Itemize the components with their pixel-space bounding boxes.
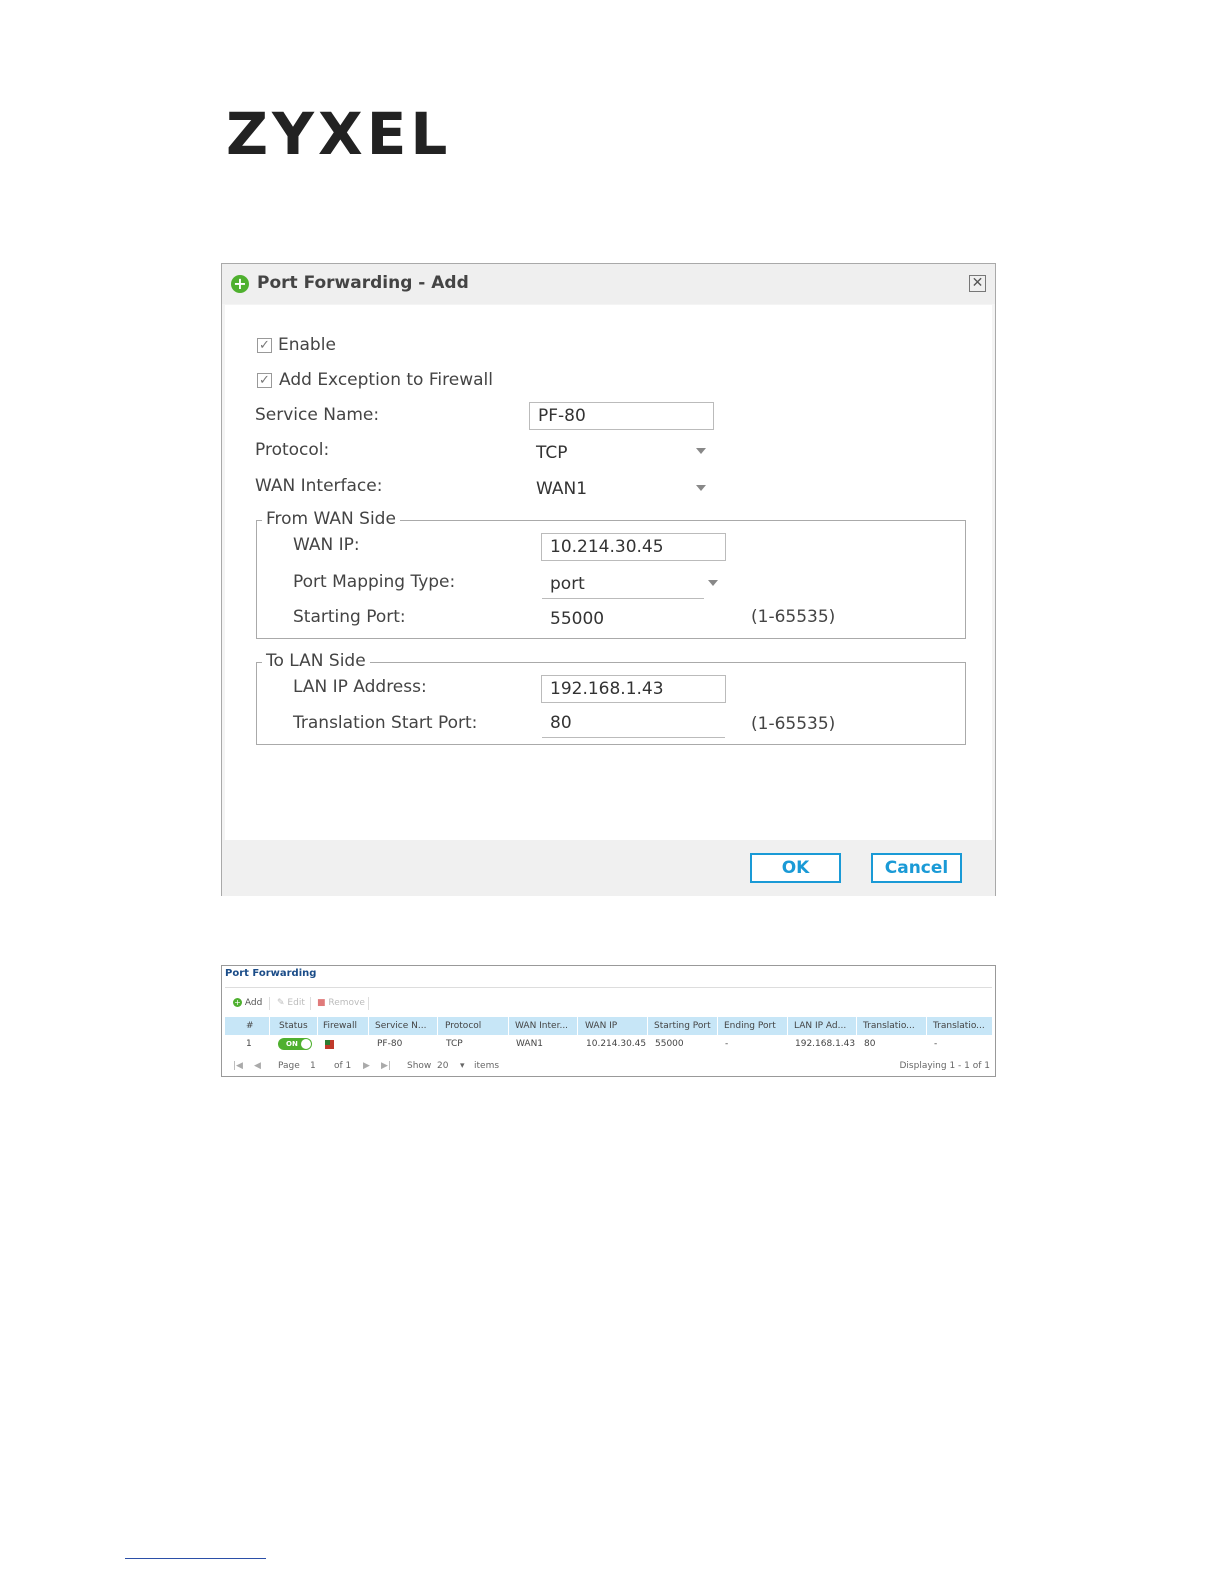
- table-header: # Status Firewall Service N... Protocol …: [225, 1017, 992, 1035]
- toolbar-divider: [368, 997, 369, 1010]
- table-cell: 55000: [655, 1039, 684, 1049]
- col-header[interactable]: #: [246, 1021, 254, 1031]
- port-forwarding-add-dialog: + Port Forwarding - Add ✕ ✓ Enable ✓ Add…: [221, 263, 996, 896]
- items-label: items: [474, 1061, 500, 1071]
- col-header[interactable]: Ending Port: [724, 1021, 776, 1031]
- prev-page-icon[interactable]: ◀: [254, 1061, 261, 1071]
- page-size-select[interactable]: 20: [437, 1061, 448, 1071]
- edit-button[interactable]: ✎ Edit: [277, 998, 305, 1008]
- lan-ip-input[interactable]: 192.168.1.43: [541, 675, 726, 703]
- port-forwarding-table-panel: Port Forwarding + Add ✎ Edit ■ Remove # …: [221, 965, 996, 1077]
- edit-label: Edit: [287, 998, 305, 1008]
- port-mapping-type-select[interactable]: port: [542, 574, 704, 599]
- exception-checkbox[interactable]: ✓: [257, 373, 272, 388]
- add-button[interactable]: + Add: [233, 998, 262, 1008]
- col-header[interactable]: WAN Inter...: [515, 1021, 568, 1031]
- page-input[interactable]: 1: [310, 1061, 316, 1071]
- table-cell: 80: [864, 1039, 876, 1049]
- dialog-title: Port Forwarding - Add: [257, 273, 469, 293]
- wan-interface-label: WAN Interface:: [255, 476, 383, 496]
- remove-label: Remove: [328, 998, 365, 1008]
- col-header[interactable]: Service N...: [375, 1021, 426, 1031]
- page-of-label: of 1: [334, 1061, 352, 1071]
- col-header[interactable]: LAN IP Ad...: [794, 1021, 846, 1031]
- table-cell: 192.168.1.43: [795, 1039, 856, 1049]
- displaying-count: Displaying 1 - 1 of 1: [899, 1061, 991, 1071]
- translation-start-port-label: Translation Start Port:: [293, 713, 478, 733]
- add-icon: +: [233, 998, 242, 1007]
- service-name-input[interactable]: PF-80: [529, 402, 714, 430]
- starting-port-input[interactable]: 55000: [550, 609, 604, 629]
- starting-port-label: Starting Port:: [293, 607, 406, 627]
- toggle-knob: [301, 1039, 311, 1049]
- table-cell: TCP: [446, 1039, 463, 1049]
- close-icon[interactable]: ✕: [969, 275, 986, 292]
- col-header[interactable]: Status: [279, 1021, 308, 1031]
- status-toggle[interactable]: ON: [278, 1038, 312, 1050]
- enable-label: Enable: [278, 335, 336, 355]
- translation-port-range: (1-65535): [751, 714, 836, 734]
- cancel-button[interactable]: Cancel: [871, 853, 962, 883]
- col-header[interactable]: WAN IP: [585, 1021, 617, 1031]
- col-header[interactable]: Translatio...: [863, 1021, 915, 1031]
- to-lan-legend: To LAN Side: [262, 651, 370, 671]
- last-page-icon[interactable]: ▶|: [381, 1061, 391, 1071]
- first-page-icon[interactable]: |◀: [233, 1061, 243, 1071]
- translation-start-port-input[interactable]: 80: [542, 713, 725, 738]
- table-cell: -: [725, 1039, 729, 1049]
- divider: [225, 987, 992, 988]
- dialog-titlebar: + Port Forwarding - Add ✕: [222, 264, 995, 304]
- dropdown-caret-icon[interactable]: [696, 448, 706, 454]
- toolbar-divider: [310, 997, 311, 1010]
- dropdown-caret-icon[interactable]: [696, 485, 706, 491]
- status-label: ON: [286, 1040, 298, 1048]
- remove-button[interactable]: ■ Remove: [317, 998, 365, 1008]
- wan-ip-input[interactable]: 10.214.30.45: [541, 533, 726, 561]
- lan-ip-label: LAN IP Address:: [293, 677, 427, 697]
- wan-interface-select[interactable]: WAN1: [536, 479, 587, 499]
- table-cell: 10.214.30.45: [586, 1039, 647, 1049]
- page-label: Page: [278, 1061, 300, 1071]
- toolbar-divider: [269, 997, 270, 1010]
- add-label: Add: [244, 998, 263, 1008]
- from-wan-legend: From WAN Side: [262, 509, 400, 529]
- firewall-icon: [325, 1040, 334, 1049]
- zyxel-logo: ZYXEL: [226, 100, 452, 168]
- protocol-select[interactable]: TCP: [536, 443, 568, 463]
- show-label: Show: [407, 1061, 432, 1071]
- next-page-icon[interactable]: ▶: [363, 1061, 370, 1071]
- wan-ip-label: WAN IP:: [293, 535, 360, 555]
- dialog-body: ✓ Enable ✓ Add Exception to Firewall Ser…: [225, 305, 992, 840]
- service-name-label: Service Name:: [255, 405, 380, 425]
- footer-rule: [125, 1558, 266, 1559]
- dialog-footer: OK Cancel: [222, 840, 995, 896]
- col-header[interactable]: Firewall: [323, 1021, 357, 1031]
- ok-button[interactable]: OK: [750, 853, 841, 883]
- panel-title: Port Forwarding: [225, 968, 317, 979]
- edit-icon: ✎: [277, 998, 285, 1008]
- starting-port-range: (1-65535): [751, 607, 836, 627]
- col-header[interactable]: Starting Port: [654, 1021, 711, 1031]
- remove-icon: ■: [317, 998, 326, 1008]
- port-mapping-type-label: Port Mapping Type:: [293, 572, 456, 592]
- dropdown-caret-icon[interactable]: [708, 580, 718, 586]
- table-cell: 1: [246, 1039, 252, 1049]
- plus-circle-icon: +: [231, 275, 249, 293]
- chevron-down-icon[interactable]: ▾: [460, 1061, 465, 1071]
- col-header[interactable]: Translatio...: [933, 1021, 985, 1031]
- table-cell: -: [934, 1039, 938, 1049]
- protocol-label: Protocol:: [255, 440, 330, 460]
- table-cell: WAN1: [516, 1039, 544, 1049]
- enable-checkbox[interactable]: ✓: [257, 338, 272, 353]
- exception-label: Add Exception to Firewall: [279, 370, 493, 390]
- col-header[interactable]: Protocol: [445, 1021, 481, 1031]
- table-cell: PF-80: [377, 1039, 403, 1049]
